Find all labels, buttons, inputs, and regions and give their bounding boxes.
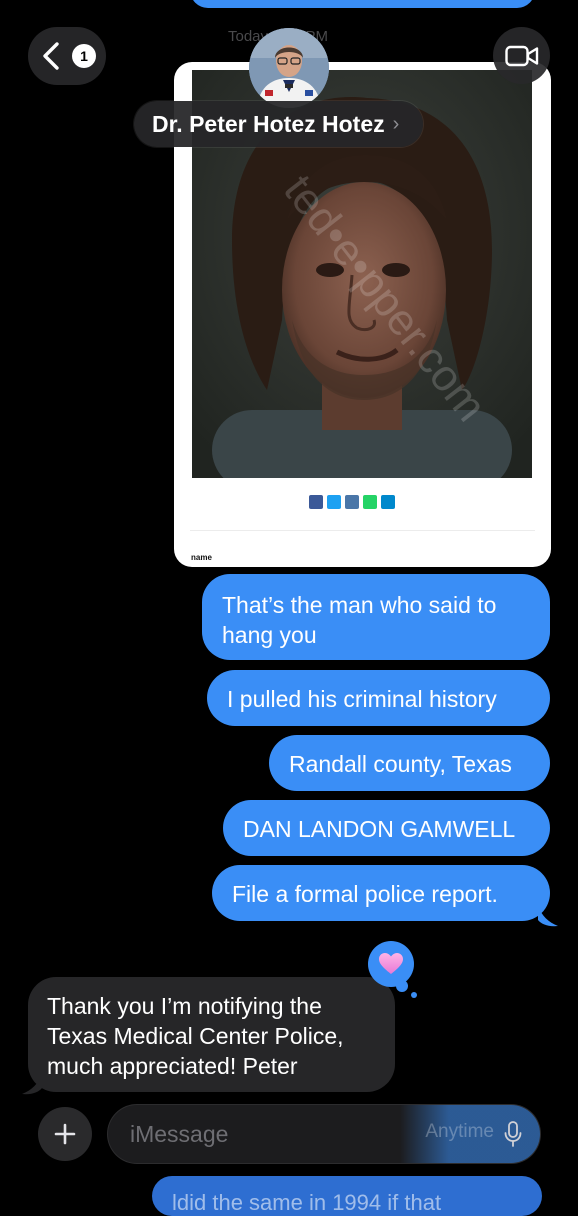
twitter-icon[interactable] bbox=[327, 495, 341, 509]
message-text: That’s the man who said to hang you bbox=[222, 592, 497, 648]
telegram-icon[interactable] bbox=[381, 495, 395, 509]
message-bubble-received[interactable]: Thank you I’m notifying the Texas Medica… bbox=[28, 977, 395, 1092]
ghost-message-text: Anytime bbox=[425, 1121, 494, 1142]
plus-icon bbox=[54, 1123, 76, 1145]
message-bubble-sent[interactable]: I pulled his criminal history bbox=[207, 670, 550, 726]
card-footer-label: name bbox=[191, 553, 212, 562]
message-bubble-sent[interactable]: That’s the man who said to hang you bbox=[202, 574, 550, 660]
whatsapp-icon[interactable] bbox=[363, 495, 377, 509]
reddit-icon[interactable] bbox=[345, 495, 359, 509]
unread-badge: 1 bbox=[72, 44, 96, 68]
chevron-right-icon: › bbox=[392, 112, 400, 135]
message-bubble-sent[interactable]: Randall county, Texas bbox=[269, 735, 550, 791]
back-button[interactable]: 1 bbox=[28, 27, 106, 85]
message-text: Thank you I’m notifying the Texas Medica… bbox=[47, 993, 344, 1079]
facebook-icon[interactable] bbox=[309, 495, 323, 509]
avatar[interactable] bbox=[249, 28, 329, 108]
contact-name-button[interactable]: Dr. Peter Hotez Hotez › bbox=[134, 101, 424, 147]
contact-photo bbox=[249, 28, 329, 108]
video-camera-icon bbox=[504, 45, 538, 66]
card-divider bbox=[190, 530, 535, 531]
message-text: I pulled his criminal history bbox=[227, 686, 497, 712]
next-message-bubble[interactable]: ldid the same in 1994 if that bbox=[152, 1176, 542, 1216]
message-text: File a formal police report. bbox=[232, 881, 498, 907]
message-input[interactable]: iMessage Anytime bbox=[108, 1105, 540, 1163]
chevron-left-icon bbox=[43, 42, 59, 70]
next-message-text: ldid the same in 1994 if that bbox=[172, 1190, 442, 1215]
bubble-tail bbox=[22, 1074, 42, 1095]
contact-name: Dr. Peter Hotez Hotez bbox=[152, 110, 385, 137]
message-bubble-sent[interactable]: DAN LANDON GAMWELL bbox=[223, 800, 550, 856]
apps-plus-button[interactable] bbox=[38, 1107, 92, 1161]
facetime-video-button[interactable] bbox=[493, 27, 550, 84]
microphone-icon[interactable] bbox=[504, 1120, 522, 1148]
message-text: DAN LANDON GAMWELL bbox=[243, 816, 516, 842]
message-input-placeholder: iMessage bbox=[130, 1120, 229, 1147]
share-buttons bbox=[309, 495, 395, 509]
tapback-bubble-dot bbox=[411, 992, 417, 998]
previous-message-bubble[interactable] bbox=[190, 0, 535, 8]
message-text: Randall county, Texas bbox=[289, 751, 512, 777]
heart-icon bbox=[379, 953, 403, 974]
bubble-tail bbox=[538, 906, 558, 927]
message-bubble-sent[interactable]: File a formal police report. bbox=[212, 865, 550, 921]
tapback-heart[interactable] bbox=[368, 941, 414, 987]
